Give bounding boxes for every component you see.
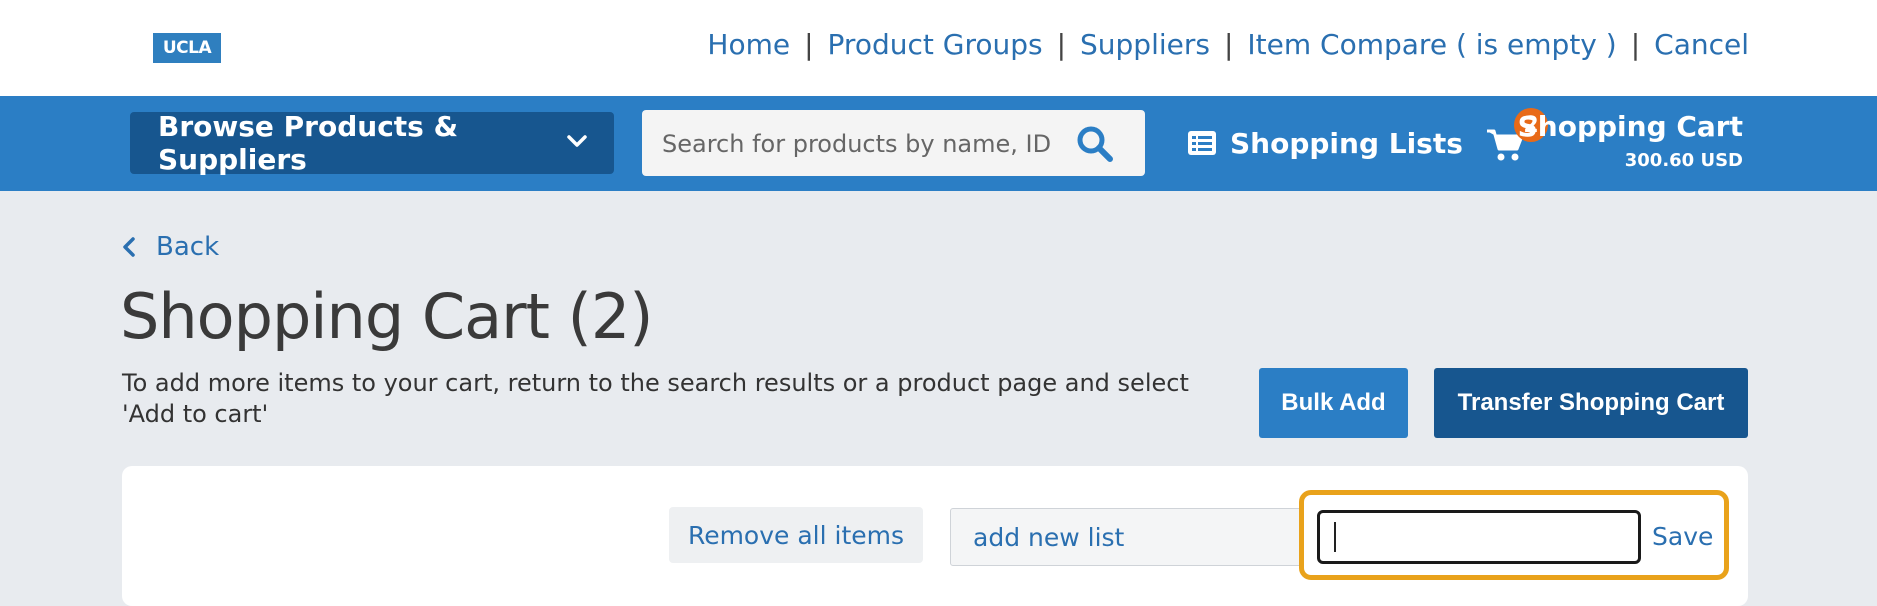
shopping-lists-link[interactable]: Shopping Lists xyxy=(1188,120,1463,166)
nav-separator: | xyxy=(804,28,814,61)
search-icon[interactable] xyxy=(1075,124,1115,164)
page-title: Shopping Cart (2) xyxy=(120,280,653,353)
back-link[interactable]: Back xyxy=(122,232,219,262)
top-header: UCLA Home | Product Groups | Suppliers |… xyxy=(0,0,1877,96)
search-input[interactable] xyxy=(660,124,1054,164)
chevron-down-icon xyxy=(567,135,587,147)
main-toolbar: Browse Products & Suppliers Shopping Lis… xyxy=(0,96,1877,191)
shopping-cart-link[interactable]: 2 Shopping Cart 300.60 USD xyxy=(1486,108,1746,176)
nav-product-groups-link[interactable]: Product Groups xyxy=(828,28,1043,61)
nav-separator: | xyxy=(1223,28,1234,61)
shopping-lists-label: Shopping Lists xyxy=(1230,126,1463,160)
nav-separator: | xyxy=(1056,28,1067,61)
chevron-left-icon xyxy=(123,237,135,257)
nav-cancel-link[interactable]: Cancel xyxy=(1654,28,1749,61)
bulk-add-button[interactable]: Bulk Add xyxy=(1259,368,1408,438)
text-caret xyxy=(1334,522,1336,552)
help-text: To add more items to your cart, return t… xyxy=(122,369,1189,428)
shopping-list-select-value: add new list xyxy=(973,522,1125,552)
remove-all-items-button[interactable]: Remove all items xyxy=(669,507,923,563)
browse-products-button[interactable]: Browse Products & Suppliers xyxy=(130,110,614,176)
cart-actions-panel: Remove all items add new list Save xyxy=(122,466,1748,606)
list-icon xyxy=(1188,131,1216,155)
cart-title: Shopping Cart xyxy=(1517,110,1743,143)
top-nav: Home | Product Groups | Suppliers | Item… xyxy=(707,28,1749,61)
ucla-logo[interactable]: UCLA xyxy=(153,33,221,63)
search-box xyxy=(642,110,1145,176)
nav-separator: | xyxy=(1630,28,1641,61)
cart-total: 300.60 USD xyxy=(1624,150,1743,171)
browse-products-label: Browse Products & Suppliers xyxy=(158,110,459,176)
save-list-link[interactable]: Save xyxy=(1652,522,1713,551)
nav-home-link[interactable]: Home xyxy=(707,28,790,61)
nav-suppliers-link[interactable]: Suppliers xyxy=(1080,28,1210,61)
transfer-shopping-cart-button[interactable]: Transfer Shopping Cart xyxy=(1434,368,1748,438)
nav-item-compare-link[interactable]: Item Compare ( is empty ) xyxy=(1247,28,1616,61)
new-list-name-input[interactable] xyxy=(1317,510,1641,564)
back-label: Back xyxy=(156,232,220,262)
